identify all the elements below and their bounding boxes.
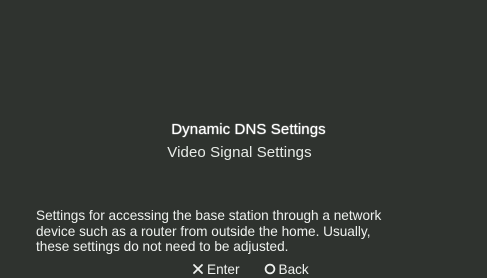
back-label: Back	[278, 261, 309, 277]
settings-screen: Dynamic DNS Settings Video Signal Settin…	[0, 0, 487, 278]
menu-item-label: Video Signal Settings	[167, 144, 312, 161]
menu-item-label: Dynamic DNS Settings	[171, 121, 326, 138]
enter-control[interactable]: Enter	[192, 262, 240, 277]
description-line: these settings do not need to be adjuste…	[36, 239, 289, 254]
help-description: Settings for accessing the base station …	[36, 208, 476, 255]
menu-item-video-signal-settings[interactable]: Video Signal Settings	[0, 141, 487, 164]
button-guide: Enter Back	[192, 260, 309, 278]
cross-button-icon	[193, 264, 203, 274]
menu-item-dynamic-dns-settings[interactable]: Dynamic DNS Settings	[0, 118, 487, 141]
description-line: Settings for accessing the base station …	[36, 208, 382, 223]
circle-button-icon	[264, 263, 275, 275]
settings-menu: Dynamic DNS Settings Video Signal Settin…	[0, 118, 487, 164]
enter-label: Enter	[207, 261, 240, 277]
back-control[interactable]: Back	[264, 262, 309, 277]
description-line: device such as a router from outside the…	[36, 223, 371, 239]
